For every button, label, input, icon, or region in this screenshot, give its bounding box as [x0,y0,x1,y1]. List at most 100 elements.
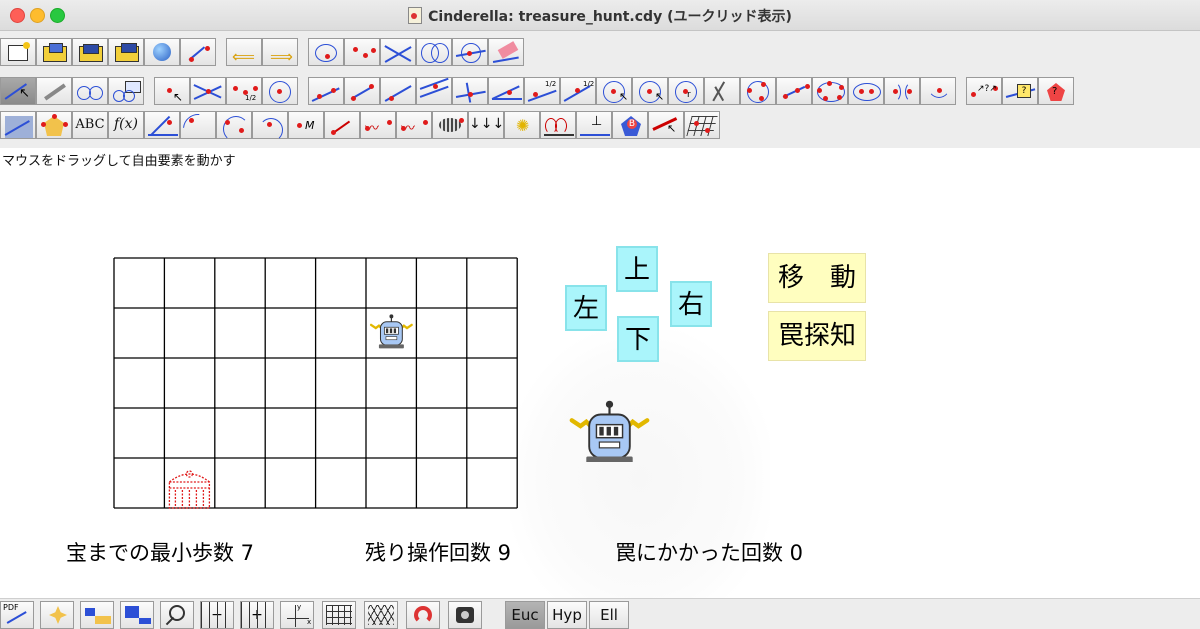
spring-icon[interactable]: 〰 [360,111,396,139]
view-window-icon[interactable] [108,77,144,105]
fixed-angle-icon[interactable]: 1/2 [524,77,560,105]
zoom-in-icon[interactable] [80,601,114,629]
save-file-icon[interactable] [72,38,108,66]
gravity-arrows-icon[interactable]: ↓↓↓ [468,111,504,139]
floor-icon[interactable]: ⊥ [576,111,612,139]
snapshot-camera-icon[interactable] [448,601,482,629]
line-two-points-icon[interactable] [308,77,344,105]
midpoint-icon[interactable]: 1/2 [226,77,262,105]
plane-shade-icon[interactable] [0,111,36,139]
snap-magnet-icon[interactable] [406,601,440,629]
add-point-icon[interactable]: ↖ [154,77,190,105]
select-lines-icon[interactable] [380,38,416,66]
title-bar: Cinderella: treasure_hunt.cdy (ユークリッド表示) [0,0,1200,31]
circle-three-points-icon[interactable] [740,77,776,105]
left-button[interactable]: 左 [565,285,607,331]
undo-arrow-icon[interactable]: ⟸ [226,38,262,66]
grid-lines [113,257,518,509]
print-geometry-icon[interactable] [180,38,216,66]
robot-on-grid[interactable] [369,314,413,349]
wrench-tool-icon[interactable] [36,77,72,105]
track-icon[interactable]: B [612,111,648,139]
intersection-point-icon[interactable] [190,77,226,105]
move-button[interactable]: 移 動 [768,253,866,303]
velocity-icon[interactable] [324,111,360,139]
circle-fixed-radius-icon[interactable]: r [668,77,704,105]
parabola-icon[interactable] [920,77,956,105]
pdf-export-icon[interactable]: PDF [0,601,34,629]
select-points-icon[interactable] [344,38,380,66]
coil-icon[interactable] [432,111,468,139]
up-button[interactable]: 上 [616,246,658,292]
save-as-icon[interactable] [108,38,144,66]
select-circles-icon[interactable] [308,38,344,66]
hyperbola-icon[interactable] [884,77,920,105]
circle-center-icon[interactable] [262,77,298,105]
open-file-icon[interactable] [36,38,72,66]
magnifier-icon[interactable] [160,601,194,629]
magnet-icon[interactable]: ↖ [648,111,684,139]
triangular-grid-icon[interactable] [364,601,398,629]
toolbar-row-file: ⟸ ⟹ [0,37,524,67]
game-grid [113,257,518,509]
circle-by-radius-icon[interactable]: ↖ [596,77,632,105]
status-hint: マウスをドラッグして自由要素を動かす [2,154,236,169]
trap-hits-text: 罠にかかった回数 0 [615,541,804,565]
compass-icon[interactable] [704,77,740,105]
sun-light-icon[interactable]: ✺ [504,111,540,139]
perpendicular-line-icon[interactable] [452,77,488,105]
min-steps-text: 宝までの最小歩数 7 [66,541,255,565]
polygon-fill-icon[interactable] [36,111,72,139]
down-button[interactable]: 下 [617,316,659,362]
canvas-glow [510,330,770,628]
window-title: Cinderella: treasure_hunt.cdy (ユークリッド表示) [0,6,1200,26]
arc-icon[interactable] [176,107,220,151]
eraser-icon[interactable] [488,38,524,66]
remaining-ops-text: 残り操作回数 9 [365,541,512,565]
export-web-icon[interactable] [144,38,180,66]
bottom-toolbar: PDF − + yx Euc Hyp Ell [0,598,1200,629]
compass-circle-icon[interactable]: ↖ [632,77,668,105]
toolbar-row-special: ABC f(x) M 〰 〰 ↓↓↓ ✺ ⊥ B ↖ [0,107,720,151]
redo-arrow-icon[interactable]: ⟹ [262,38,298,66]
zoom-out-icon[interactable] [120,601,154,629]
select-conics-icon[interactable] [416,38,452,66]
ellipse-foci-icon[interactable] [848,77,884,105]
trap-detect-button[interactable]: 罠探知 [768,311,866,361]
axes-icon[interactable]: yx [280,601,314,629]
polygon-segments-icon[interactable] [776,77,812,105]
curve-tool-icon[interactable] [72,77,108,105]
property-check-icon[interactable]: ? [1002,77,1038,105]
circle-arc-icon[interactable] [216,111,252,142]
new-file-icon[interactable] [0,38,36,66]
translate-view-icon[interactable] [40,601,74,629]
mass-point-icon[interactable]: M [288,111,324,139]
angle-bisector-icon[interactable] [488,77,524,105]
move-mode-icon[interactable]: ↖ [0,77,36,105]
snap-grid-plus-icon[interactable]: + [240,601,274,629]
ray-icon[interactable] [380,77,416,105]
rubber-band-icon[interactable]: 〰 [396,111,432,139]
bouncer-icon[interactable] [540,111,576,139]
grid-toggle-icon[interactable] [322,601,356,629]
toolbar-row-construction: ↖ ↖ 1/2 1/2 1/2 ↖ ↖ r ↗?↗ ? ? [0,76,1074,106]
conic-five-points-icon[interactable] [812,77,848,105]
function-plot-icon[interactable]: f(x) [108,111,144,139]
toolbar-area: ⟸ ⟹ ↖ ↖ 1/2 1/2 1/2 ↖ ↖ r ↗?↗ ? ? ABC f(… [0,31,1200,151]
parallel-line-icon[interactable] [416,77,452,105]
text-tool-icon[interactable]: ABC [72,111,108,139]
segment-icon[interactable] [344,77,380,105]
right-button[interactable]: 右 [670,281,712,327]
lattice-grid-icon[interactable] [684,111,720,139]
select-all-icon[interactable] [452,38,488,66]
elliptic-mode-button[interactable]: Ell [589,601,629,629]
hyperbolic-mode-button[interactable]: Hyp [547,601,587,629]
fixed-angle-2-icon[interactable]: 1/2 [560,77,596,105]
euclidean-mode-button[interactable]: Euc [505,601,545,629]
angle-measure-icon[interactable] [144,111,180,139]
snap-grid-minus-icon[interactable]: − [200,601,234,629]
distance-measure-icon[interactable] [252,111,288,142]
polygon-check-icon[interactable]: ? [1038,77,1074,105]
document-icon [408,7,423,24]
locus-icon[interactable]: ↗?↗ [966,77,1002,105]
